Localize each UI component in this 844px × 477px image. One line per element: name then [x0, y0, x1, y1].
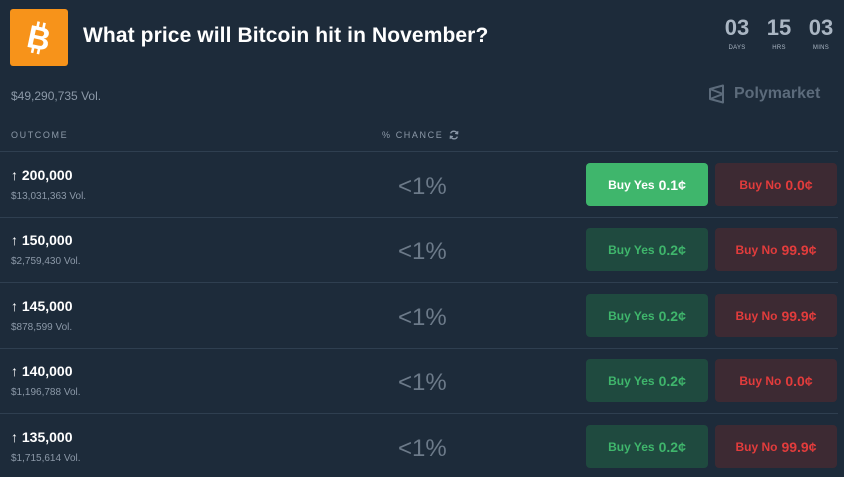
- table-row: ↑ 200,000 $13,031,363 Vol. <1% Buy Yes 0…: [0, 153, 844, 218]
- page-title: What price will Bitcoin hit in November?: [83, 24, 489, 47]
- column-header-chance-label: % CHANCE: [382, 130, 444, 140]
- table-row: ↑ 135,000 $1,715,614 Vol. <1% Buy Yes 0.…: [0, 415, 844, 477]
- buy-yes-label: Buy Yes: [608, 373, 655, 388]
- buy-no-label: Buy No: [735, 439, 778, 454]
- outcome-name: ↑ 145,000: [11, 298, 73, 314]
- buy-no-price: 99.9¢: [781, 241, 817, 258]
- outcome-name: ↑ 135,000: [11, 429, 73, 445]
- buy-yes-label: Buy Yes: [608, 439, 655, 454]
- refresh-icon[interactable]: [449, 130, 459, 140]
- bitcoin-logo: B: [10, 9, 68, 66]
- countdown-mins-value: 03: [808, 15, 834, 40]
- buy-yes-price: 0.1¢: [658, 176, 686, 193]
- outcome-name: ↑ 200,000: [11, 167, 73, 183]
- outcome-name: ↑ 140,000: [11, 363, 73, 379]
- buy-no-button[interactable]: Buy No 0.0¢: [715, 359, 837, 402]
- buy-yes-button[interactable]: Buy Yes 0.2¢: [586, 359, 708, 402]
- polymarket-icon: [709, 84, 724, 104]
- column-header-chance: % CHANCE: [382, 130, 459, 140]
- countdown-mins: 03 MINS: [800, 15, 842, 52]
- countdown-days-label: DAYS: [728, 45, 746, 51]
- buy-no-button[interactable]: Buy No 99.9¢: [715, 425, 837, 468]
- market-volume: $49,290,735 Vol.: [11, 89, 102, 103]
- countdown-days: 03 DAYS: [716, 15, 758, 52]
- table-row: ↑ 145,000 $878,599 Vol. <1% Buy Yes 0.2¢…: [0, 284, 844, 349]
- outcome-chance: <1%: [398, 238, 447, 265]
- outcome-volume: $1,196,788 Vol.: [11, 387, 81, 398]
- outcome-volume: $1,715,614 Vol.: [11, 453, 81, 464]
- brand-name: Polymarket: [734, 85, 821, 102]
- countdown-mins-label: MINS: [812, 45, 830, 51]
- table-row: ↑ 140,000 $1,196,788 Vol. <1% Buy Yes 0.…: [0, 349, 844, 414]
- buy-no-label: Buy No: [739, 373, 782, 388]
- buy-yes-price: 0.2¢: [658, 307, 686, 324]
- polymarket-brand[interactable]: Polymarket: [708, 84, 820, 104]
- buy-yes-price: 0.2¢: [658, 438, 686, 455]
- bitcoin-icon: B: [24, 21, 54, 55]
- buy-no-button[interactable]: Buy No 99.9¢: [715, 294, 837, 337]
- outcome-volume: $2,759,430 Vol.: [11, 256, 81, 267]
- outcome-chance: <1%: [398, 435, 447, 462]
- outcome-volume: $878,599 Vol.: [11, 322, 73, 333]
- buy-no-label: Buy No: [735, 242, 778, 257]
- outcome-chance: <1%: [398, 304, 447, 331]
- buy-yes-button[interactable]: Buy Yes 0.2¢: [586, 425, 708, 468]
- countdown-timer: 03 DAYS 15 HRS 03 MINS: [716, 15, 842, 52]
- buy-no-price: 0.0¢: [785, 176, 813, 193]
- outcome-name: ↑ 150,000: [11, 232, 73, 248]
- countdown-hours-value: 15: [766, 15, 792, 40]
- outcome-chance: <1%: [398, 173, 447, 200]
- buy-no-price: 0.0¢: [785, 372, 813, 389]
- divider: [0, 282, 838, 283]
- countdown-days-value: 03: [724, 15, 750, 40]
- divider: [0, 413, 838, 414]
- divider: [0, 151, 838, 152]
- buy-no-button[interactable]: Buy No 99.9¢: [715, 228, 837, 271]
- buy-no-price: 99.9¢: [781, 307, 817, 324]
- table-row: ↑ 150,000 $2,759,430 Vol. <1% Buy Yes 0.…: [0, 218, 844, 283]
- buy-yes-price: 0.2¢: [658, 372, 686, 389]
- outcome-volume: $13,031,363 Vol.: [11, 191, 87, 202]
- countdown-hours: 15 HRS: [758, 15, 800, 52]
- countdown-hours-label: HRS: [772, 45, 786, 51]
- buy-yes-label: Buy Yes: [608, 308, 655, 323]
- buy-no-label: Buy No: [739, 177, 782, 192]
- outcome-chance: <1%: [398, 369, 447, 396]
- buy-no-label: Buy No: [735, 308, 778, 323]
- buy-no-price: 99.9¢: [781, 438, 817, 455]
- buy-yes-label: Buy Yes: [608, 242, 655, 257]
- buy-yes-button[interactable]: Buy Yes 0.1¢: [586, 163, 708, 206]
- column-header-outcome: OUTCOME: [11, 130, 69, 140]
- buy-no-button[interactable]: Buy No 0.0¢: [715, 163, 837, 206]
- buy-yes-button[interactable]: Buy Yes 0.2¢: [586, 228, 708, 271]
- buy-yes-price: 0.2¢: [658, 241, 686, 258]
- buy-yes-button[interactable]: Buy Yes 0.2¢: [586, 294, 708, 337]
- buy-yes-label: Buy Yes: [608, 177, 655, 192]
